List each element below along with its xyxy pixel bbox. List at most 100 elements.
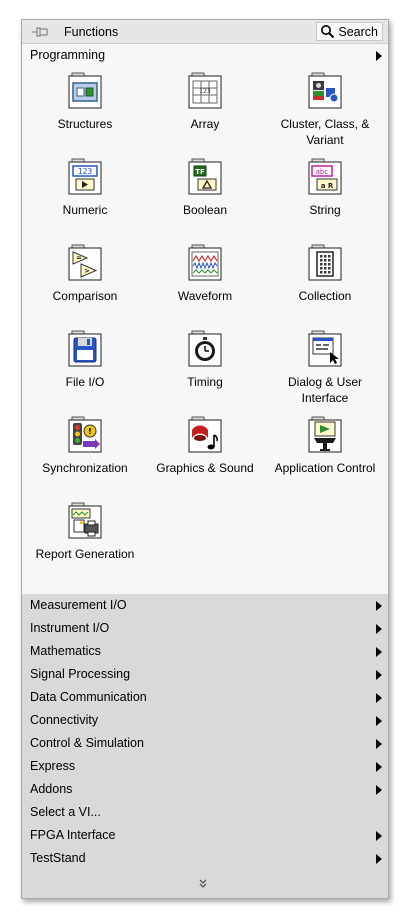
search-button[interactable]: Search	[316, 22, 383, 41]
submenu-arrow-icon	[376, 831, 382, 841]
application-control-icon	[308, 416, 342, 453]
collection-icon	[308, 244, 342, 281]
palette-item-label: Graphics & Sound	[156, 461, 254, 475]
category-label: Data Communication	[30, 690, 147, 704]
palette-item-label: Application Control	[274, 461, 376, 475]
category-label: TestStand	[30, 851, 86, 865]
category-label: Express	[30, 759, 76, 773]
submenu-arrow-icon	[376, 716, 382, 726]
category-connectivity[interactable]: Connectivity	[22, 709, 388, 732]
category-measurement-io[interactable]: Measurement I/O	[22, 594, 388, 617]
category-label: Measurement I/O	[30, 598, 127, 612]
numeric-icon: 123	[68, 158, 102, 195]
category-label: Signal Processing	[30, 667, 131, 681]
palette-item-report-generation[interactable]: Report Generation	[26, 502, 144, 562]
dialog-icon	[308, 330, 342, 367]
palette-item-string[interactable]: abc a R String	[266, 158, 384, 218]
string-abc-icon: abc	[316, 168, 329, 176]
palette-item-comparison[interactable]: = > Comparison	[26, 244, 144, 304]
palette-item-numeric[interactable]: 123 Numeric	[26, 158, 144, 218]
category-label: FPGA Interface	[30, 828, 116, 842]
search-icon	[321, 25, 335, 39]
submenu-arrow-icon	[376, 51, 382, 61]
category-instrument-io[interactable]: Instrument I/O	[22, 617, 388, 640]
submenu-arrow-icon	[376, 762, 382, 772]
palette-item-label: Timing	[187, 375, 223, 389]
palette-item-label: Cluster, Class, & Variant	[280, 117, 370, 147]
category-label: Control & Simulation	[30, 736, 144, 750]
file-io-icon	[68, 330, 102, 367]
palette-item-label: Waveform	[177, 289, 233, 303]
palette-item-collection[interactable]: Collection	[266, 244, 384, 304]
palette-title: Functions	[64, 25, 119, 39]
search-label: Search	[338, 24, 378, 39]
palette-item-graphics-sound[interactable]: Graphics & Sound	[146, 416, 264, 476]
palette-item-label: Comparison	[52, 289, 118, 303]
palette-item-dialog-user-interface[interactable]: Dialog & User Interface	[266, 330, 384, 406]
palette-item-synchronization[interactable]: ! Synchronization	[26, 416, 144, 476]
submenu-arrow-icon	[376, 601, 382, 611]
palette-item-label: String	[309, 203, 341, 217]
category-label: Mathematics	[30, 644, 101, 658]
category-mathematics[interactable]: Mathematics	[22, 640, 388, 663]
functions-palette: Functions Search Programming Structures	[21, 19, 389, 899]
palette-item-file-io[interactable]: File I/O	[26, 330, 144, 390]
category-label: Addons	[30, 782, 73, 796]
category-addons[interactable]: Addons	[22, 778, 388, 801]
palette-item-label: Synchronization	[42, 461, 128, 475]
expand-more-icon[interactable]	[197, 878, 209, 890]
pin-icon[interactable]	[31, 25, 49, 39]
comparison-icon: = >	[68, 244, 102, 281]
category-select-a-vi[interactable]: Select a VI...	[22, 801, 388, 824]
array-icon: 123	[188, 72, 222, 109]
submenu-arrow-icon	[376, 647, 382, 657]
graphics-sound-icon	[188, 416, 222, 453]
cluster-icon	[308, 72, 342, 109]
submenu-arrow-icon	[376, 670, 382, 680]
boolean-icon: TF	[188, 158, 222, 195]
submenu-arrow-icon	[376, 693, 382, 703]
submenu-arrow-icon	[376, 785, 382, 795]
palette-item-label: File I/O	[65, 375, 105, 389]
palette-item-cluster-class-variant[interactable]: Cluster, Class, & Variant	[266, 72, 384, 148]
category-teststand[interactable]: TestStand	[22, 847, 388, 870]
report-generation-icon	[68, 502, 102, 539]
palette-item-structures[interactable]: Structures	[26, 72, 144, 132]
category-programming[interactable]: Programming	[22, 44, 388, 67]
palette-item-label: Array	[190, 117, 220, 131]
category-express[interactable]: Express	[22, 755, 388, 778]
submenu-arrow-icon	[376, 854, 382, 864]
palette-item-label: Report Generation	[35, 547, 135, 561]
palette-item-label: Collection	[298, 289, 352, 303]
category-signal-processing[interactable]: Signal Processing	[22, 663, 388, 686]
palette-item-application-control[interactable]: Application Control	[266, 416, 384, 476]
svg-text:!: !	[88, 427, 92, 436]
palette-item-label: Boolean	[182, 203, 228, 217]
svg-text:=: =	[76, 254, 82, 262]
category-control-simulation[interactable]: Control & Simulation	[22, 732, 388, 755]
synchronization-icon: !	[68, 416, 102, 453]
palette-item-waveform[interactable]: Waveform	[146, 244, 264, 304]
palette-item-label: Numeric	[62, 203, 108, 217]
svg-text:>: >	[84, 267, 90, 275]
palette-item-boolean[interactable]: TF Boolean	[146, 158, 264, 218]
boolean-tf-icon: TF	[195, 168, 205, 176]
category-label: Instrument I/O	[30, 621, 110, 635]
waveform-icon	[188, 244, 222, 281]
palette-item-array[interactable]: 123 Array	[146, 72, 264, 132]
category-data-communication[interactable]: Data Communication	[22, 686, 388, 709]
category-label: Connectivity	[30, 713, 99, 727]
structures-icon	[68, 72, 102, 109]
timing-icon	[188, 330, 222, 367]
submenu-arrow-icon	[376, 739, 382, 749]
palette-item-label: Structures	[57, 117, 113, 131]
numeric-digits-icon: 123	[78, 167, 93, 176]
palette-item-label: Dialog & User Interface	[287, 375, 363, 405]
category-label: Select a VI...	[30, 805, 101, 819]
category-list: Measurement I/O Instrument I/O Mathemati…	[22, 594, 388, 898]
category-label: Programming	[30, 48, 106, 62]
svg-text:a R: a R	[321, 182, 334, 190]
string-icon: abc a R	[308, 158, 342, 195]
category-fpga-interface[interactable]: FPGA Interface	[22, 824, 388, 847]
palette-item-timing[interactable]: Timing	[146, 330, 264, 390]
